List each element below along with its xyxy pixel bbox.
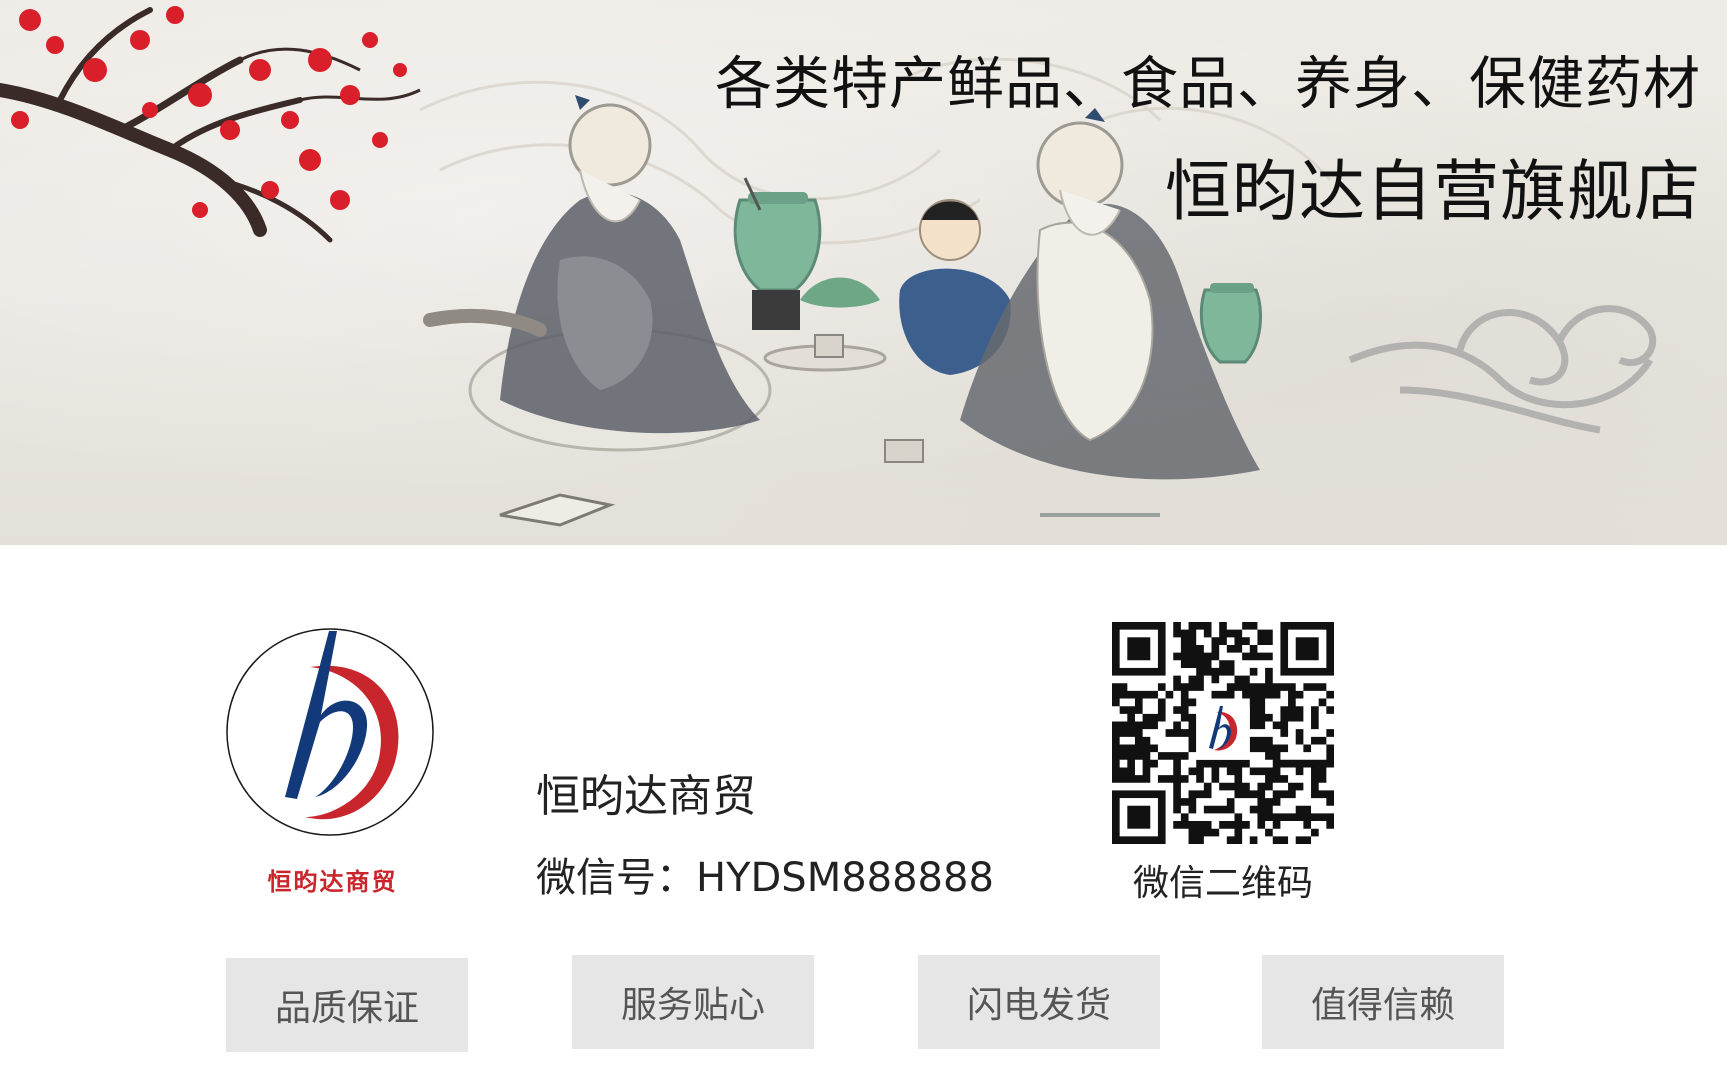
feature-trust-button[interactable]: 值得信赖: [1262, 955, 1504, 1049]
feature-quality-button[interactable]: 品质保证: [226, 958, 468, 1052]
banner-store-name: 恒昀达自营旗舰店: [1165, 153, 1701, 230]
feature-shipping-button[interactable]: 闪电发货: [918, 955, 1160, 1049]
qr-code-icon: [1112, 622, 1334, 844]
company-logo: 恒昀达商贸: [220, 622, 445, 896]
plum-branch: [0, 6, 421, 243]
wechat-id: 微信号：HYDSM888888: [536, 855, 994, 901]
banner-headline: 各类特产鲜品、食品、养身、保健药材: [715, 51, 1701, 117]
green-vase-left: [733, 177, 822, 330]
left-sage: [423, 95, 772, 452]
company-name: 恒昀达商贸: [536, 771, 756, 822]
qr-caption: 微信二维码: [1132, 863, 1313, 904]
logo-caption: 恒昀达商贸: [267, 867, 398, 896]
feature-service-button[interactable]: 服务贴心: [572, 955, 814, 1049]
hero-banner: 各类特产鲜品、食品、养身、保健药材 恒昀达自营旗舰店: [0, 0, 1727, 545]
cloud-swirl: [1348, 305, 1657, 434]
green-vase-right: [1199, 283, 1262, 364]
wechat-qr-code[interactable]: [1112, 622, 1334, 844]
h-logo-icon: [226, 628, 434, 836]
